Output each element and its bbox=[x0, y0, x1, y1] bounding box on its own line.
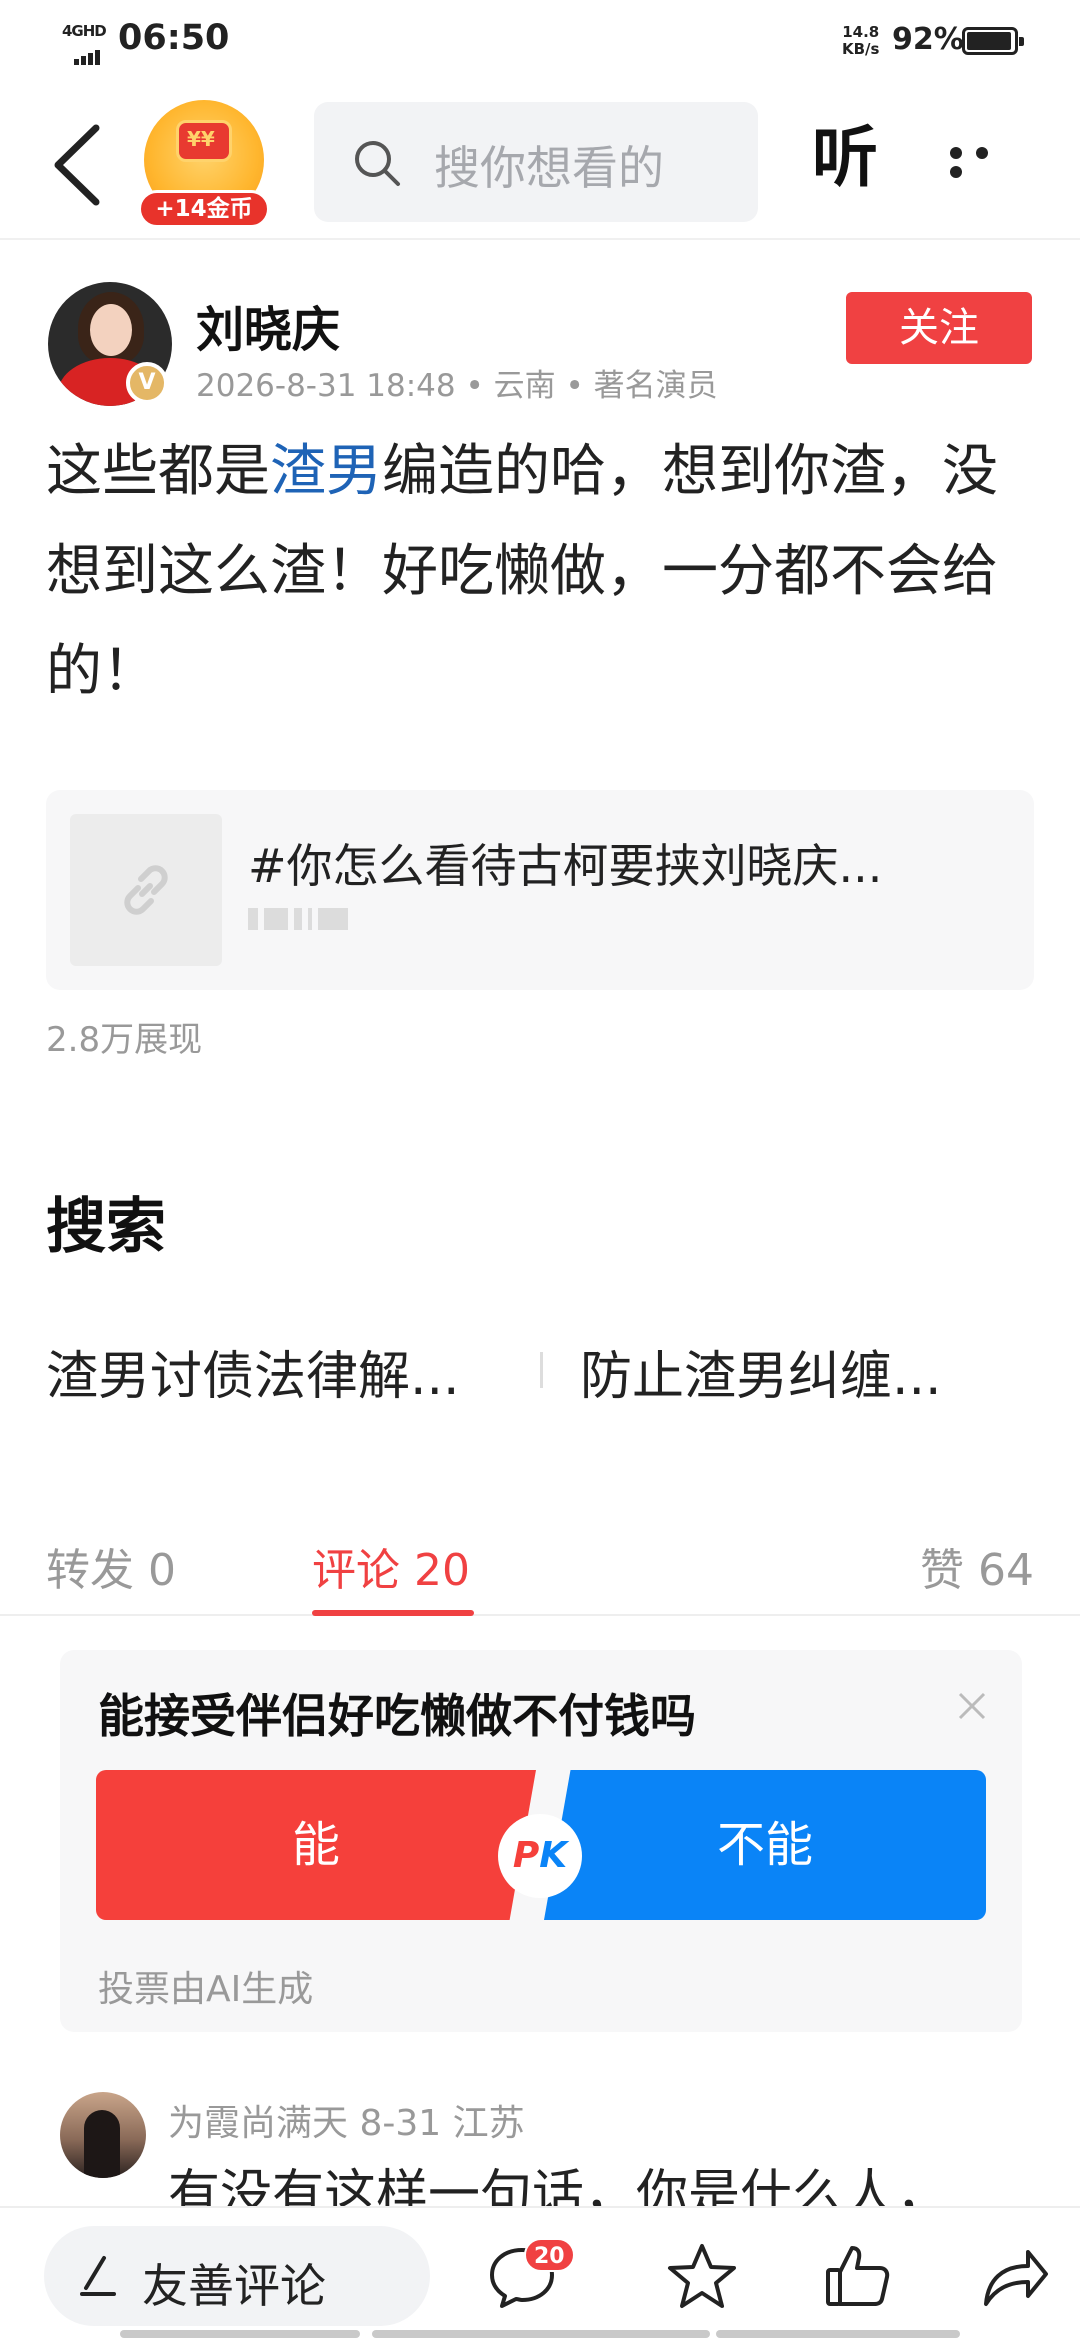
author-name[interactable]: 刘晓庆 bbox=[196, 290, 340, 360]
battery-percent: 92% bbox=[892, 22, 964, 57]
thumbs-up-icon[interactable] bbox=[822, 2240, 894, 2312]
search-suggestion[interactable]: 渣男讨债法律解... bbox=[46, 1334, 460, 1409]
link-card[interactable]: #你怎么看待古柯要挟刘晓庆... bbox=[46, 790, 1034, 990]
clock: 06:50 bbox=[118, 18, 230, 58]
gesture-bar bbox=[120, 2330, 360, 2338]
view-count: 2.8万展现 bbox=[46, 1020, 203, 1060]
active-tab-indicator bbox=[312, 1610, 474, 1616]
keyword-link[interactable]: 渣男 bbox=[270, 439, 382, 504]
commenter-info[interactable]: 为霞尚满天 8-31 江苏 bbox=[168, 2094, 525, 2146]
link-title: #你怎么看待古柯要挟刘晓庆... bbox=[248, 839, 883, 893]
network-speed: 14.8 KB/s bbox=[842, 24, 879, 58]
link-icon bbox=[124, 865, 168, 915]
poll-question: 能接受伴侣好吃懒做不付钱吗 bbox=[98, 1689, 696, 1743]
speed-unit: KB/s bbox=[842, 40, 880, 58]
verified-badge: V bbox=[126, 362, 168, 404]
coin-label: +14金币 bbox=[138, 190, 270, 228]
tab-likes[interactable]: 赞 64 bbox=[920, 1534, 1034, 1598]
comment-input-label: 友善评论 bbox=[142, 2259, 326, 2313]
search-suggestion[interactable]: 防止渣男纠缠... bbox=[580, 1334, 942, 1409]
poll-yes-label[interactable]: 能 bbox=[96, 1770, 536, 1920]
search-input[interactable]: 搜你想看的 bbox=[314, 102, 758, 222]
star-icon[interactable] bbox=[666, 2240, 738, 2312]
gesture-bar bbox=[716, 2330, 960, 2338]
network-type: 4GHD bbox=[62, 22, 107, 40]
search-section-heading: 搜索 bbox=[46, 1192, 166, 1262]
post-text-start: 这些都是 bbox=[46, 439, 270, 504]
red-envelope-icon bbox=[176, 120, 232, 162]
network-indicator: 4GHD bbox=[62, 22, 108, 65]
link-thumbnail bbox=[70, 814, 222, 966]
top-nav: +14金币 搜你想看的 听 bbox=[0, 84, 1080, 240]
back-button[interactable] bbox=[44, 122, 116, 208]
listen-button[interactable]: 听 bbox=[812, 104, 878, 200]
search-placeholder: 搜你想看的 bbox=[434, 141, 664, 195]
signal-icon bbox=[74, 46, 102, 65]
speed-value: 14.8 bbox=[842, 23, 880, 41]
back-arrow-icon bbox=[54, 124, 100, 206]
tab-repost[interactable]: 转发 0 bbox=[46, 1534, 176, 1598]
interaction-tabs: 转发 0 评论 20 赞 64 bbox=[0, 1520, 1080, 1616]
link-subtitle-placeholder bbox=[248, 908, 448, 932]
search-icon bbox=[355, 141, 400, 186]
bottom-action-bar: 友善评论 20 bbox=[0, 2206, 1080, 2340]
follow-button[interactable]: 关注 bbox=[846, 292, 1032, 364]
comment-count-badge: 20 bbox=[524, 2238, 575, 2272]
tab-comments[interactable]: 评论 20 bbox=[312, 1534, 470, 1598]
comment-input[interactable]: 友善评论 bbox=[44, 2226, 430, 2326]
battery-icon bbox=[962, 27, 1024, 55]
share-arrow-icon[interactable] bbox=[978, 2240, 1050, 2312]
comment-text: 有没有这样一句话，你是什么人， bbox=[168, 2165, 949, 2208]
poll-card: 能接受伴侣好吃懒做不付钱吗 能 不能 PK 投票由AI生成 bbox=[60, 1650, 1022, 2032]
pk-k: K bbox=[539, 1835, 568, 1876]
poll-note: 投票由AI生成 bbox=[98, 1969, 314, 2010]
pen-icon bbox=[80, 2256, 116, 2296]
coin-reward-button[interactable]: +14金币 bbox=[138, 100, 270, 228]
more-dots-icon[interactable] bbox=[950, 144, 1024, 178]
poll-no-label[interactable]: 不能 bbox=[544, 1770, 986, 1920]
post-meta: 2026-8-31 18:48 • 云南 • 著名演员 bbox=[196, 368, 718, 404]
gesture-bar bbox=[372, 2330, 710, 2338]
post-text: 这些都是渣男编造的哈，想到你渣，没想到这么渣！好吃懒做，一分都不会给的！ bbox=[46, 422, 1036, 722]
commenter-avatar[interactable] bbox=[60, 2092, 146, 2178]
pk-p: P bbox=[512, 1835, 540, 1876]
suggestion-divider bbox=[540, 1352, 543, 1388]
close-icon[interactable] bbox=[952, 1686, 992, 1726]
pk-badge: PK bbox=[498, 1814, 582, 1898]
status-bar: 4GHD 06:50 14.8 KB/s 92% bbox=[0, 0, 1080, 84]
